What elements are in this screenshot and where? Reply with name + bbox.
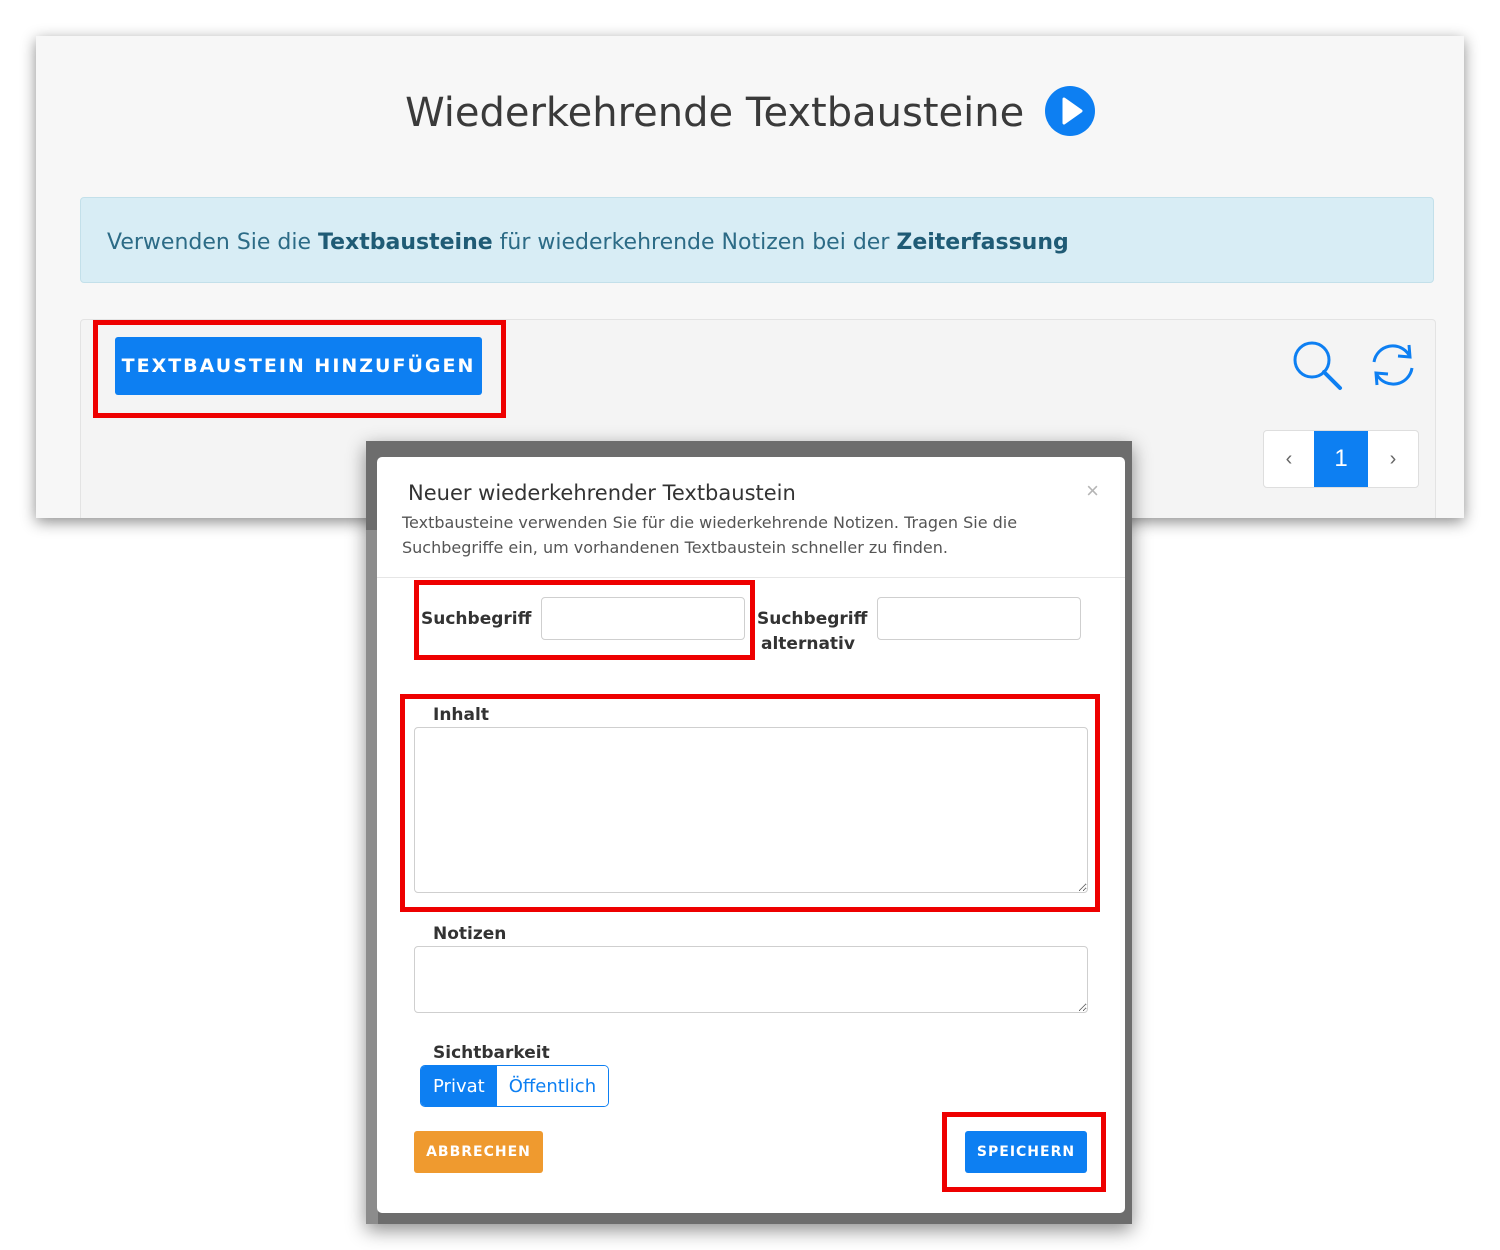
pagination-next[interactable]: ›	[1368, 431, 1418, 487]
visibility-label: Sichtbarkeit	[433, 1043, 550, 1063]
modal-description: Textbausteine verwenden Sie für die wied…	[402, 513, 1018, 557]
modal-divider	[377, 577, 1125, 578]
pagination: ‹ 1 ›	[1263, 430, 1419, 488]
close-icon[interactable]: ×	[1080, 477, 1105, 505]
alt-search-term-label-line1: Suchbegriff	[757, 609, 868, 629]
cancel-button[interactable]: ABBRECHEN	[414, 1131, 543, 1173]
pagination-page-1[interactable]: 1	[1314, 431, 1368, 487]
search-icon[interactable]	[1290, 338, 1344, 397]
modal-title: Neuer wiederkehrender Textbaustein	[408, 481, 796, 505]
pagination-prev[interactable]: ‹	[1264, 431, 1314, 487]
page-title-text: Wiederkehrende Textbausteine	[405, 90, 1025, 136]
play-icon[interactable]	[1044, 86, 1095, 146]
alt-search-term-label-line2: alternativ	[761, 634, 855, 654]
highlight-save-button	[942, 1112, 1106, 1192]
alt-search-term-input[interactable]	[877, 597, 1081, 640]
info-text-middle: für wiederkehrende Notizen bei der	[492, 230, 897, 255]
notes-label: Notizen	[433, 924, 507, 944]
page-title: Wiederkehrende Textbausteine	[36, 86, 1464, 146]
visibility-toggle: Privat Öffentlich	[420, 1065, 610, 1107]
info-text-bold-textbausteine: Textbausteine	[318, 230, 493, 255]
info-box: Verwenden Sie die Textbausteine für wied…	[80, 197, 1434, 283]
highlight-content	[400, 694, 1100, 912]
refresh-icon[interactable]	[1366, 338, 1420, 397]
highlight-add-button	[93, 320, 506, 418]
visibility-option-privat[interactable]: Privat	[421, 1066, 497, 1106]
info-text-prefix: Verwenden Sie die	[107, 230, 319, 255]
visibility-option-oeffentlich[interactable]: Öffentlich	[496, 1066, 609, 1106]
highlight-search-term	[414, 580, 755, 660]
notes-textarea[interactable]	[414, 946, 1088, 1013]
info-text-bold-zeiterfassung: Zeiterfassung	[896, 230, 1069, 255]
